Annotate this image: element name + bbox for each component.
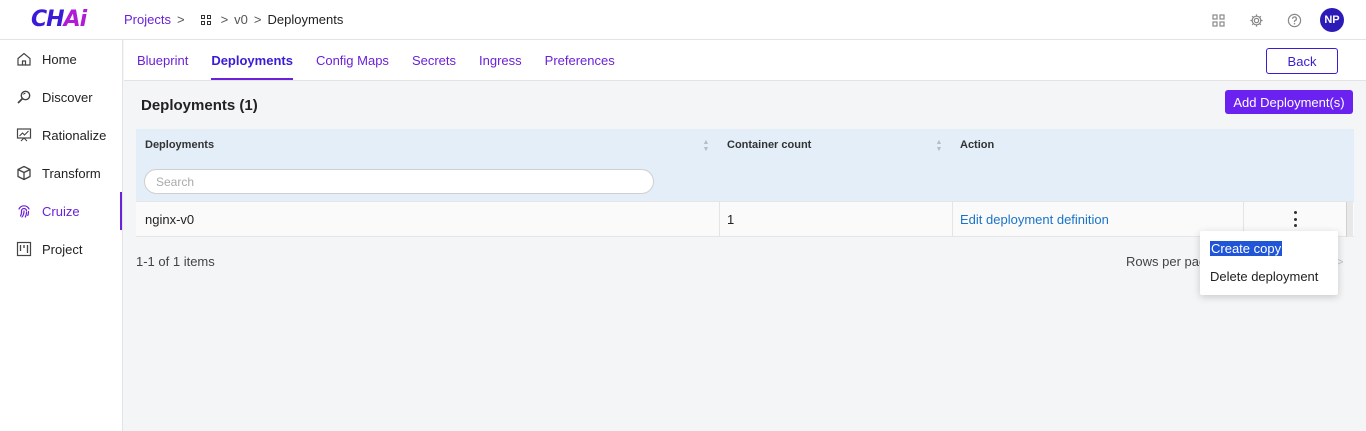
sort-icon[interactable]: ▲ ▼ xyxy=(935,139,943,153)
user-avatar[interactable]: NP xyxy=(1320,8,1344,32)
row-actions-menu: Create copy Delete deployment xyxy=(1200,231,1338,295)
deployments-table: Deployments ▲ ▼ Container count ▲ ▼ Action… xyxy=(136,129,1354,237)
table-header: Deployments ▲ ▼ Container count ▲ ▼ Action xyxy=(136,129,1354,201)
sidebar-item-home[interactable]: Home xyxy=(0,40,122,78)
add-deployment-button[interactable]: Add Deployment(s) xyxy=(1225,90,1353,114)
back-button[interactable]: Back xyxy=(1266,48,1338,74)
breadcrumb-projects[interactable]: Projects xyxy=(124,12,171,27)
sidebar-item-label: Transform xyxy=(42,165,101,181)
top-bar: CHAi Projects > > v0 > Deployments NP xyxy=(0,0,1366,40)
column-divider xyxy=(952,202,953,237)
breadcrumb-separator: > xyxy=(253,12,262,27)
edit-deployment-link[interactable]: Edit deployment definition xyxy=(960,202,1109,237)
home-icon xyxy=(16,51,32,67)
sort-icon[interactable]: ▲ ▼ xyxy=(702,139,710,153)
tab-deployments[interactable]: Deployments xyxy=(211,40,293,81)
tabs: Blueprint Deployments Config Maps Secret… xyxy=(137,40,638,81)
tab-config-maps[interactable]: Config Maps xyxy=(316,40,389,81)
sidebar-item-label: Home xyxy=(42,51,77,67)
chai-logo[interactable]: CHAi xyxy=(31,7,87,32)
sidebar-item-discover[interactable]: Discover xyxy=(0,78,122,116)
sidebar-item-project[interactable]: Project xyxy=(0,230,122,268)
sidebar-item-label: Rationalize xyxy=(42,127,107,143)
column-header-action: Action xyxy=(960,139,995,151)
sidebar: Home Discover Rationalize Transform Crui… xyxy=(0,40,123,431)
kanban-icon xyxy=(16,241,32,257)
sidebar-item-rationalize[interactable]: Rationalize xyxy=(0,116,122,154)
menu-item-create-copy[interactable]: Create copy xyxy=(1210,241,1283,256)
breadcrumb-version[interactable]: v0 xyxy=(234,12,248,27)
tab-bar: Blueprint Deployments Config Maps Secret… xyxy=(124,40,1366,81)
tab-secrets[interactable]: Secrets xyxy=(412,40,456,81)
page-title: Deployments (1) xyxy=(141,97,258,114)
rows-per-page-label: Rows per page xyxy=(1126,254,1202,269)
table-row: nginx-v0 1 Edit deployment definition xyxy=(136,201,1354,237)
sidebar-item-transform[interactable]: Transform xyxy=(0,154,122,192)
sidebar-item-label: Project xyxy=(42,241,83,257)
sidebar-item-label: Cruize xyxy=(42,203,80,219)
column-header-deployments[interactable]: Deployments xyxy=(145,139,214,151)
tab-blueprint[interactable]: Blueprint xyxy=(137,40,188,81)
top-icons: NP xyxy=(1192,8,1344,32)
container-count: 1 xyxy=(727,212,735,227)
column-header-container-count[interactable]: Container count xyxy=(727,139,811,151)
pagination-info: 1-1 of 1 items xyxy=(136,254,215,269)
fingerprint-icon xyxy=(16,203,32,219)
gear-icon[interactable] xyxy=(1244,8,1268,32)
sidebar-item-cruize[interactable]: Cruize xyxy=(0,192,122,230)
grid-icon[interactable] xyxy=(200,14,211,25)
help-icon[interactable] xyxy=(1282,8,1306,32)
cube-icon xyxy=(16,165,32,181)
column-divider xyxy=(719,202,720,237)
more-options-icon[interactable] xyxy=(1290,211,1300,227)
deployment-name: nginx-v0 xyxy=(145,212,195,227)
chart-board-icon xyxy=(16,127,32,143)
tab-preferences[interactable]: Preferences xyxy=(545,40,615,81)
breadcrumb-separator: > xyxy=(220,12,229,27)
breadcrumb-current: Deployments xyxy=(267,12,344,27)
breadcrumb-separator: > xyxy=(176,12,185,27)
search-input[interactable] xyxy=(144,169,654,194)
search-icon xyxy=(16,89,32,105)
row-scrollbar[interactable] xyxy=(1346,202,1353,237)
tab-ingress[interactable]: Ingress xyxy=(479,40,522,81)
apps-grid-icon[interactable] xyxy=(1206,8,1230,32)
menu-item-delete-deployment[interactable]: Delete deployment xyxy=(1210,269,1318,284)
breadcrumb: Projects > > v0 > Deployments xyxy=(124,12,343,27)
sidebar-item-label: Discover xyxy=(42,89,93,105)
